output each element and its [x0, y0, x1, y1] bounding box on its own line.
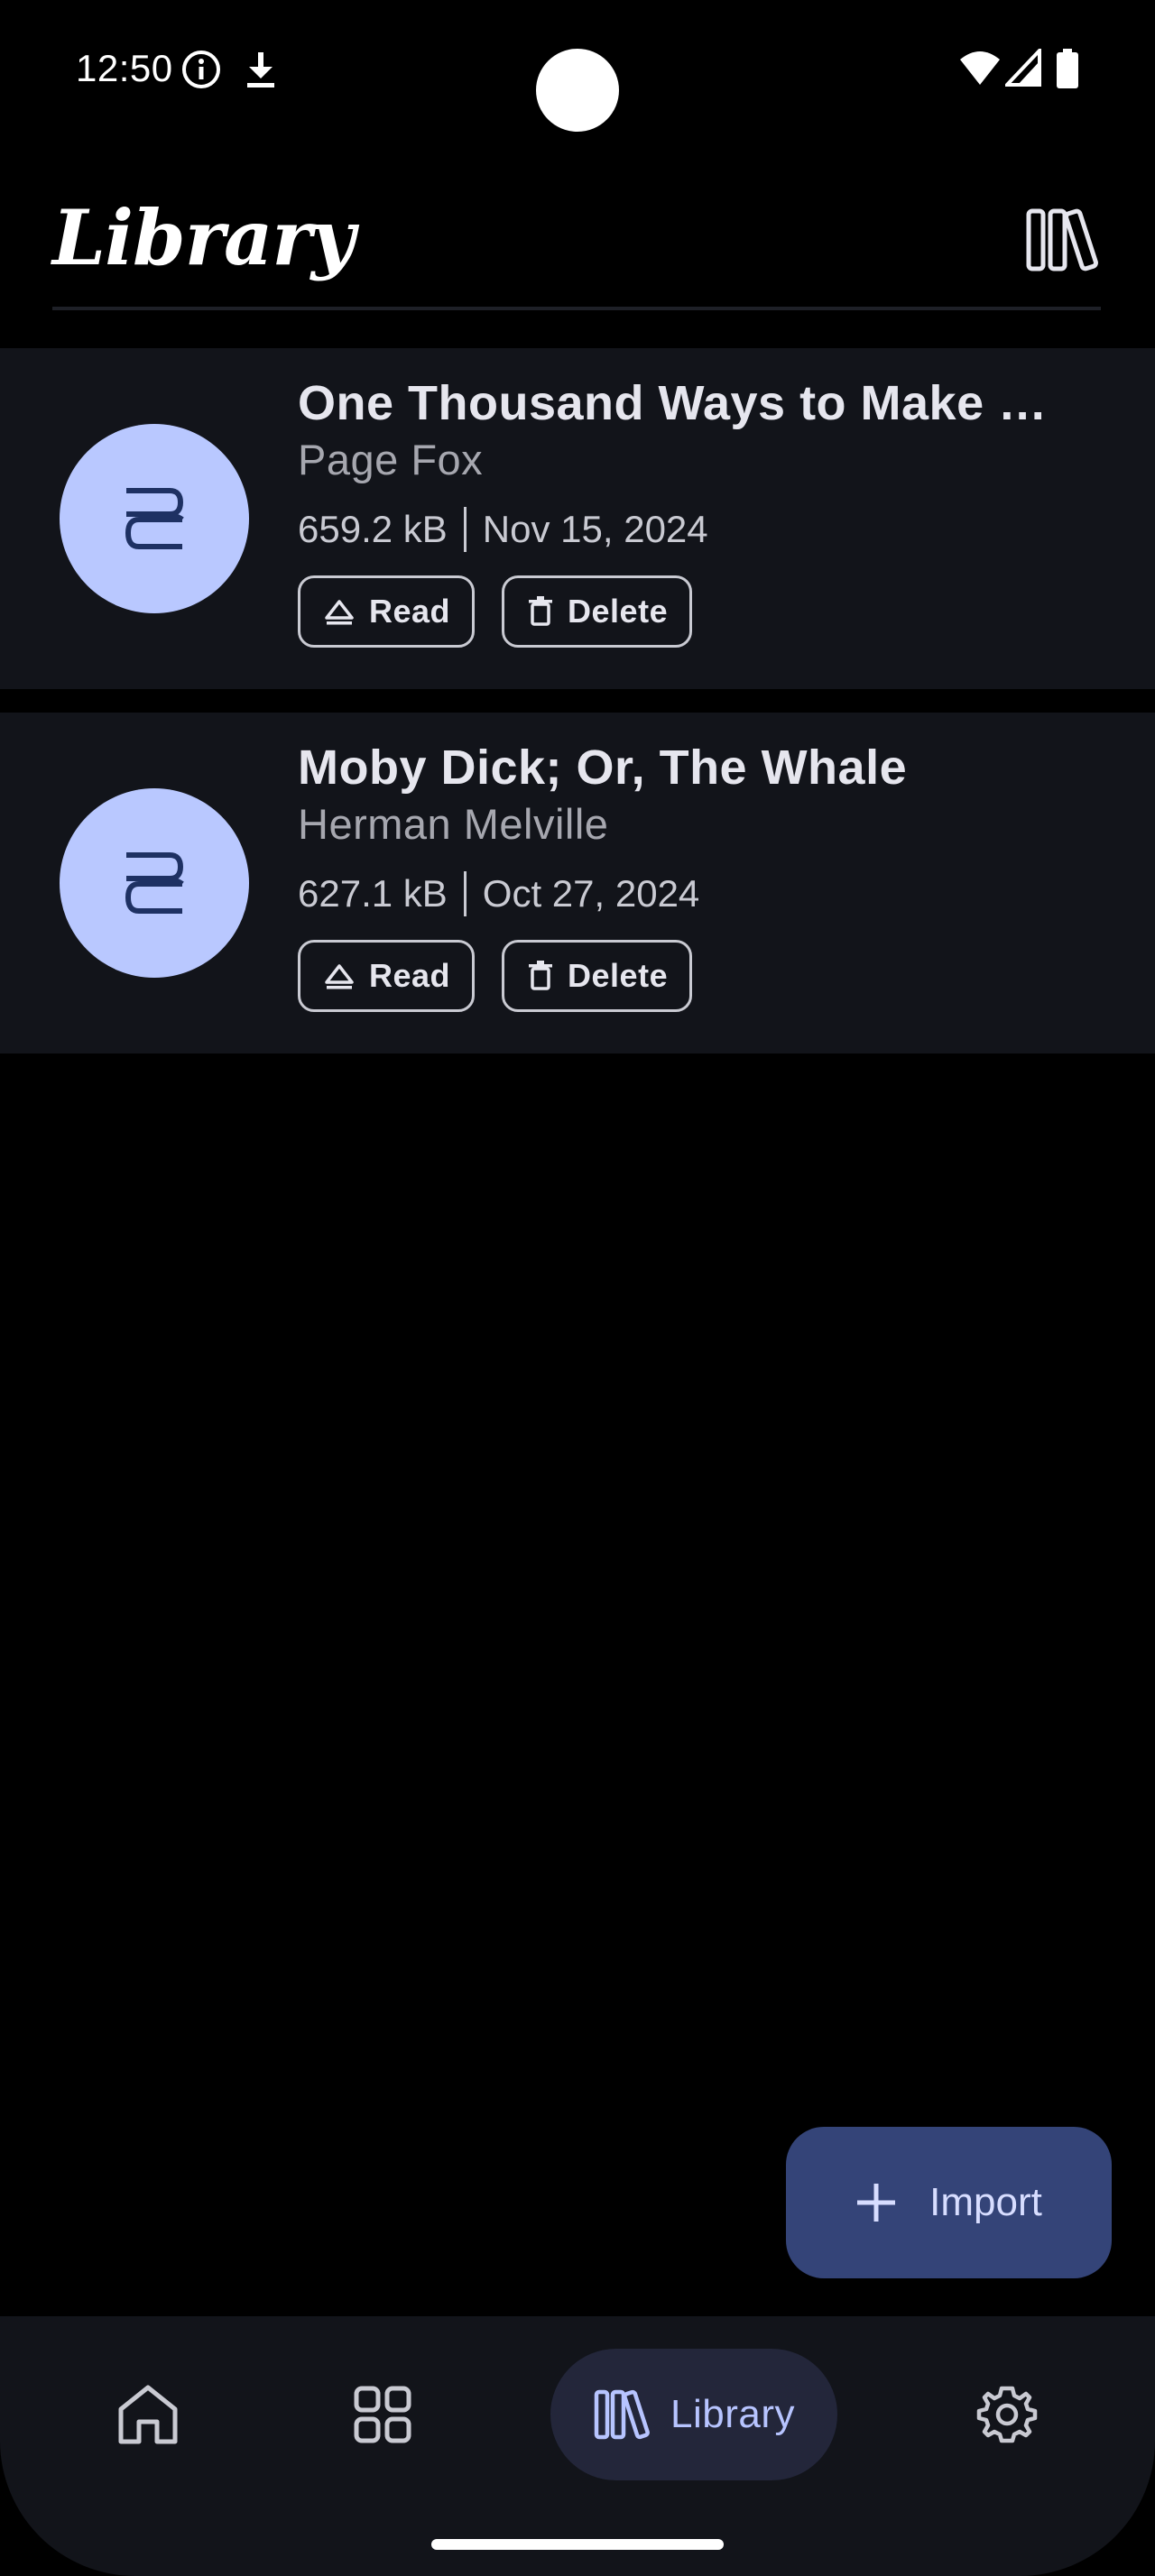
nav-library[interactable]: Library — [550, 2349, 837, 2480]
book-actions: Read Delete — [298, 940, 693, 1012]
delete-button-label: Delete — [568, 957, 669, 994]
screen: 12:50 Library One Thousand Ways to Make … — [0, 0, 1155, 2576]
delete-button[interactable]: Delete — [502, 940, 693, 1012]
book-list: One Thousand Ways to Make … Page Fox 659… — [0, 348, 1155, 1077]
nav-library-label: Library — [670, 2392, 795, 2436]
nav-grid[interactable] — [328, 2349, 437, 2480]
book-icon — [125, 852, 184, 914]
library-icon — [594, 2389, 650, 2440]
import-fab[interactable]: Import — [786, 2127, 1112, 2278]
delete-button-label: Delete — [568, 593, 669, 630]
book-meta: 659.2 kB Nov 15, 2024 — [298, 507, 708, 552]
book-meta: 627.1 kB Oct 27, 2024 — [298, 871, 699, 916]
book-size: 659.2 kB — [298, 508, 448, 550]
trash-icon — [529, 596, 553, 626]
import-fab-label: Import — [929, 2180, 1042, 2224]
book-card[interactable]: Moby Dick; Or, The Whale Herman Melville… — [0, 713, 1155, 1053]
book-actions: Read Delete — [298, 575, 693, 648]
status-time: 12:50 — [76, 47, 173, 89]
book-author: Page Fox — [298, 436, 484, 483]
grid-icon — [354, 2386, 411, 2443]
book-icon — [125, 488, 184, 549]
signal-icon — [1005, 49, 1041, 87]
page-title: Library — [52, 193, 355, 282]
eject-icon — [325, 600, 354, 625]
book-card[interactable]: One Thousand Ways to Make … Page Fox 659… — [0, 348, 1155, 689]
book-date: Oct 27, 2024 — [482, 872, 700, 915]
nav-home[interactable] — [94, 2349, 202, 2480]
book-date: Nov 15, 2024 — [482, 508, 708, 550]
status-bar: 12:50 — [0, 0, 1155, 144]
read-button-label: Read — [369, 957, 451, 994]
eject-icon — [325, 964, 354, 989]
read-button[interactable]: Read — [298, 940, 476, 1012]
gear-icon — [976, 2386, 1038, 2443]
book-avatar — [60, 788, 249, 978]
app-header: Library — [0, 171, 1155, 316]
download-icon — [247, 52, 274, 87]
bottom-navigation: Library — [0, 2316, 1155, 2576]
nav-settings[interactable] — [953, 2349, 1061, 2480]
library-view-button[interactable] — [1021, 198, 1103, 280]
wifi-icon — [960, 51, 1000, 85]
read-button[interactable]: Read — [298, 575, 476, 648]
delete-button[interactable]: Delete — [502, 575, 693, 648]
book-title: Moby Dick; Or, The Whale — [298, 741, 908, 795]
read-button-label: Read — [369, 593, 451, 630]
book-size: 627.1 kB — [298, 872, 448, 915]
home-icon — [118, 2385, 178, 2444]
plus-icon — [857, 2184, 896, 2222]
battery-icon — [1057, 49, 1078, 88]
book-title: One Thousand Ways to Make … — [298, 376, 1048, 430]
home-indicator[interactable] — [431, 2539, 724, 2550]
meta-separator — [463, 507, 467, 552]
camera-cutout — [536, 49, 619, 132]
trash-icon — [529, 961, 553, 990]
info-icon — [182, 51, 220, 88]
book-avatar — [60, 424, 249, 613]
header-divider — [52, 307, 1101, 310]
library-books-icon — [1026, 208, 1098, 271]
book-author: Herman Melville — [298, 800, 609, 848]
meta-separator — [463, 871, 467, 916]
